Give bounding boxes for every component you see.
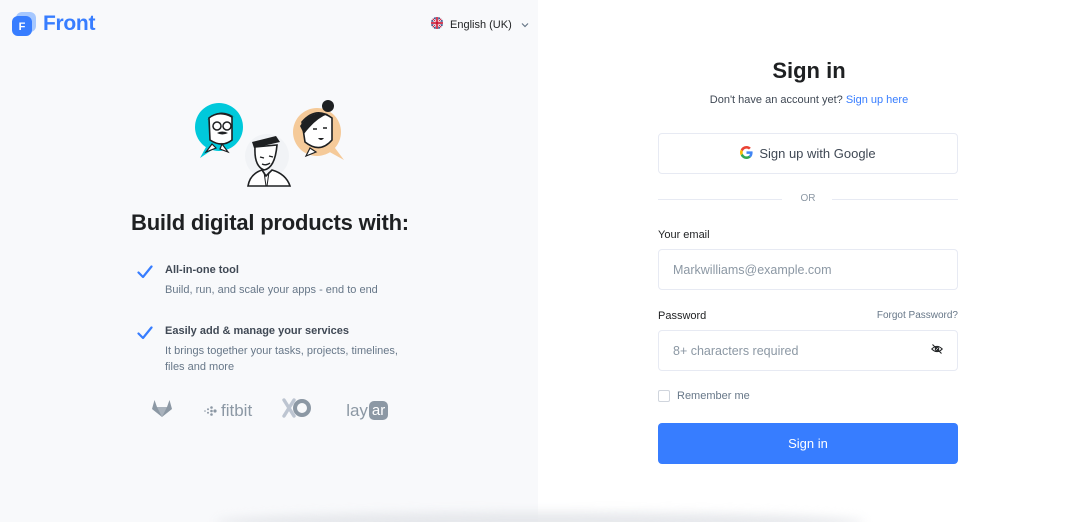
google-icon xyxy=(740,145,753,162)
feature-item: All-in-one tool Build, run, and scale yo… xyxy=(137,264,410,298)
layar-logo: lay ar xyxy=(346,400,389,421)
google-button-label: Sign up with Google xyxy=(759,146,876,161)
headline: Build digital products with: xyxy=(131,210,409,235)
front-logo[interactable]: F Front xyxy=(11,11,95,37)
check-icon xyxy=(137,265,153,279)
google-signup-button[interactable]: Sign up with Google xyxy=(658,133,958,174)
no-account-text: Don't have an account yet? xyxy=(709,94,843,106)
feature-description: It brings together your tasks, projects,… xyxy=(165,345,398,373)
password-field[interactable]: 8+ characters required xyxy=(658,330,958,371)
email-label: Your email xyxy=(658,229,710,241)
remember-me-label: Remember me xyxy=(677,390,750,402)
check-icon xyxy=(137,326,153,340)
fitbit-dots-icon xyxy=(204,405,217,416)
or-divider: OR xyxy=(658,193,958,207)
fitbit-wordmark: fitbit xyxy=(221,400,253,420)
left-panel: F Front English (UK) Build digital produ… xyxy=(0,0,538,522)
gitlab-logo-icon xyxy=(150,396,174,425)
layar-ar-badge: ar xyxy=(368,401,389,420)
eye-slash-icon[interactable] xyxy=(931,343,943,358)
feature-item: Easily add & manage your services It bri… xyxy=(137,325,410,375)
layar-wordmark: lay xyxy=(346,400,368,420)
signin-panel: Sign in Don't have an account yet? Sign … xyxy=(538,0,1080,522)
signup-link[interactable]: Sign up here xyxy=(846,94,908,106)
people-illustration xyxy=(192,100,348,188)
remember-me-checkbox[interactable] xyxy=(658,390,670,402)
svg-text:F: F xyxy=(19,21,26,33)
password-label: Password xyxy=(658,310,707,322)
feature-title: Easily add & manage your services xyxy=(165,325,350,337)
fitbit-logo: fitbit xyxy=(204,401,252,421)
email-placeholder: Markwilliams@example.com xyxy=(673,262,832,277)
signup-prompt: Don't have an account yet? Sign up here xyxy=(538,94,1080,106)
chevron-down-icon xyxy=(521,20,529,30)
xo-logo-icon xyxy=(282,397,312,424)
remember-me[interactable]: Remember me xyxy=(658,390,750,402)
language-label: English (UK) xyxy=(450,18,512,31)
language-selector[interactable]: English (UK) xyxy=(431,17,529,32)
uk-flag-icon xyxy=(431,17,443,32)
password-placeholder: 8+ characters required xyxy=(673,343,799,358)
feature-description: Build, run, and scale your apps - end to… xyxy=(165,284,378,296)
email-field[interactable]: Markwilliams@example.com xyxy=(658,249,958,290)
logo-text: Front xyxy=(43,12,96,35)
page-title: Sign in xyxy=(772,58,846,83)
forgot-password-link[interactable]: Forgot Password? xyxy=(877,310,958,321)
sign-in-button[interactable]: Sign in xyxy=(658,423,958,464)
logo-icon: F xyxy=(11,11,37,37)
brand-logos: fitbit lay ar xyxy=(150,396,389,425)
or-text: OR xyxy=(800,193,816,204)
feature-title: All-in-one tool xyxy=(165,264,239,276)
